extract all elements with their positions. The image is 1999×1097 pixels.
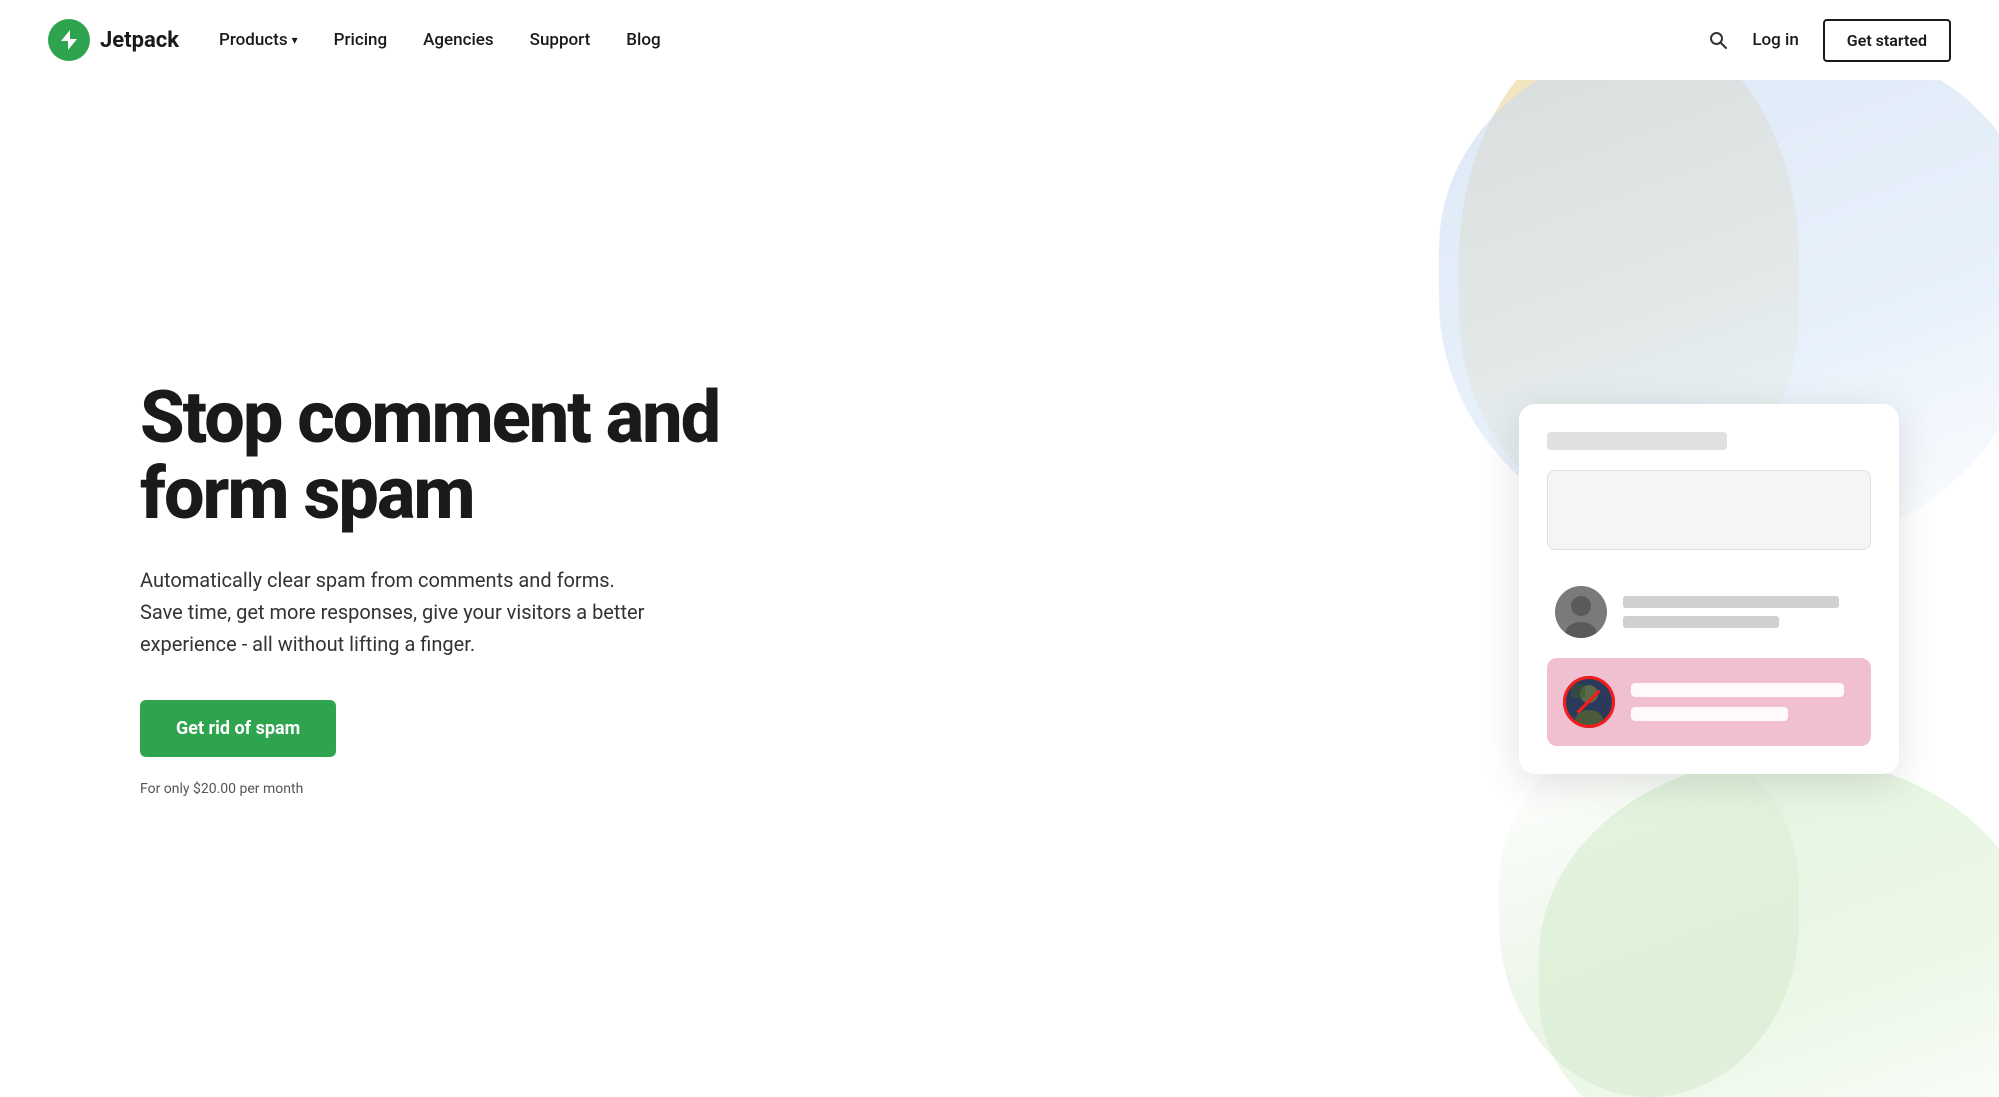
spam-line-2 (1631, 707, 1788, 721)
logo-link[interactable]: Jetpack (48, 19, 179, 61)
lightning-icon (57, 28, 81, 52)
spam-avatar (1563, 676, 1615, 728)
navbar: Jetpack Products Pricing Agencies Suppor… (0, 0, 1999, 80)
spam-no-symbol (1563, 676, 1615, 728)
hero-illustration (1519, 404, 1939, 774)
logo-text: Jetpack (100, 28, 179, 53)
cta-area: Get rid of spam For only $20.00 per mont… (140, 700, 740, 797)
logo-icon (48, 19, 90, 61)
login-link[interactable]: Log in (1752, 30, 1798, 50)
card-top-bar (1547, 432, 1727, 450)
hero-section: Stop comment and form spam Automatically… (0, 80, 1999, 1097)
spam-line-1 (1631, 683, 1844, 697)
price-note: For only $20.00 per month (140, 781, 740, 797)
comment-card (1519, 404, 1899, 774)
search-icon (1708, 30, 1728, 50)
nav-products-link[interactable]: Products (219, 30, 298, 50)
hero-title: Stop comment and form spam (140, 380, 740, 531)
nav-support-link[interactable]: Support (530, 30, 591, 50)
bg-shape-green2 (1499, 747, 1799, 1097)
nav-item-pricing[interactable]: Pricing (334, 30, 388, 50)
nav-links: Products Pricing Agencies Support Blog (219, 30, 661, 50)
hero-description: Automatically clear spam from comments a… (140, 564, 660, 660)
nav-right: Log in Get started (1708, 19, 1951, 62)
search-button[interactable] (1708, 30, 1728, 50)
cta-button[interactable]: Get rid of spam (140, 700, 336, 757)
hero-content: Stop comment and form spam Automatically… (140, 380, 740, 796)
nav-item-support[interactable]: Support (530, 30, 591, 50)
normal-comment-item (1547, 578, 1871, 646)
get-started-button[interactable]: Get started (1823, 19, 1951, 62)
normal-avatar (1555, 586, 1607, 638)
comment-line-2 (1623, 616, 1779, 628)
normal-avatar-image (1555, 586, 1607, 638)
spam-comment-lines (1631, 683, 1855, 721)
card-content-box (1547, 470, 1871, 550)
nav-item-blog[interactable]: Blog (626, 30, 660, 50)
nav-pricing-link[interactable]: Pricing (334, 30, 388, 50)
comment-line-1 (1623, 596, 1839, 608)
nav-agencies-link[interactable]: Agencies (423, 30, 494, 50)
nav-item-products[interactable]: Products (219, 30, 298, 50)
nav-blog-link[interactable]: Blog (626, 30, 660, 50)
spam-comment-item (1547, 658, 1871, 746)
normal-comment-lines (1623, 596, 1863, 628)
nav-item-agencies[interactable]: Agencies (423, 30, 494, 50)
